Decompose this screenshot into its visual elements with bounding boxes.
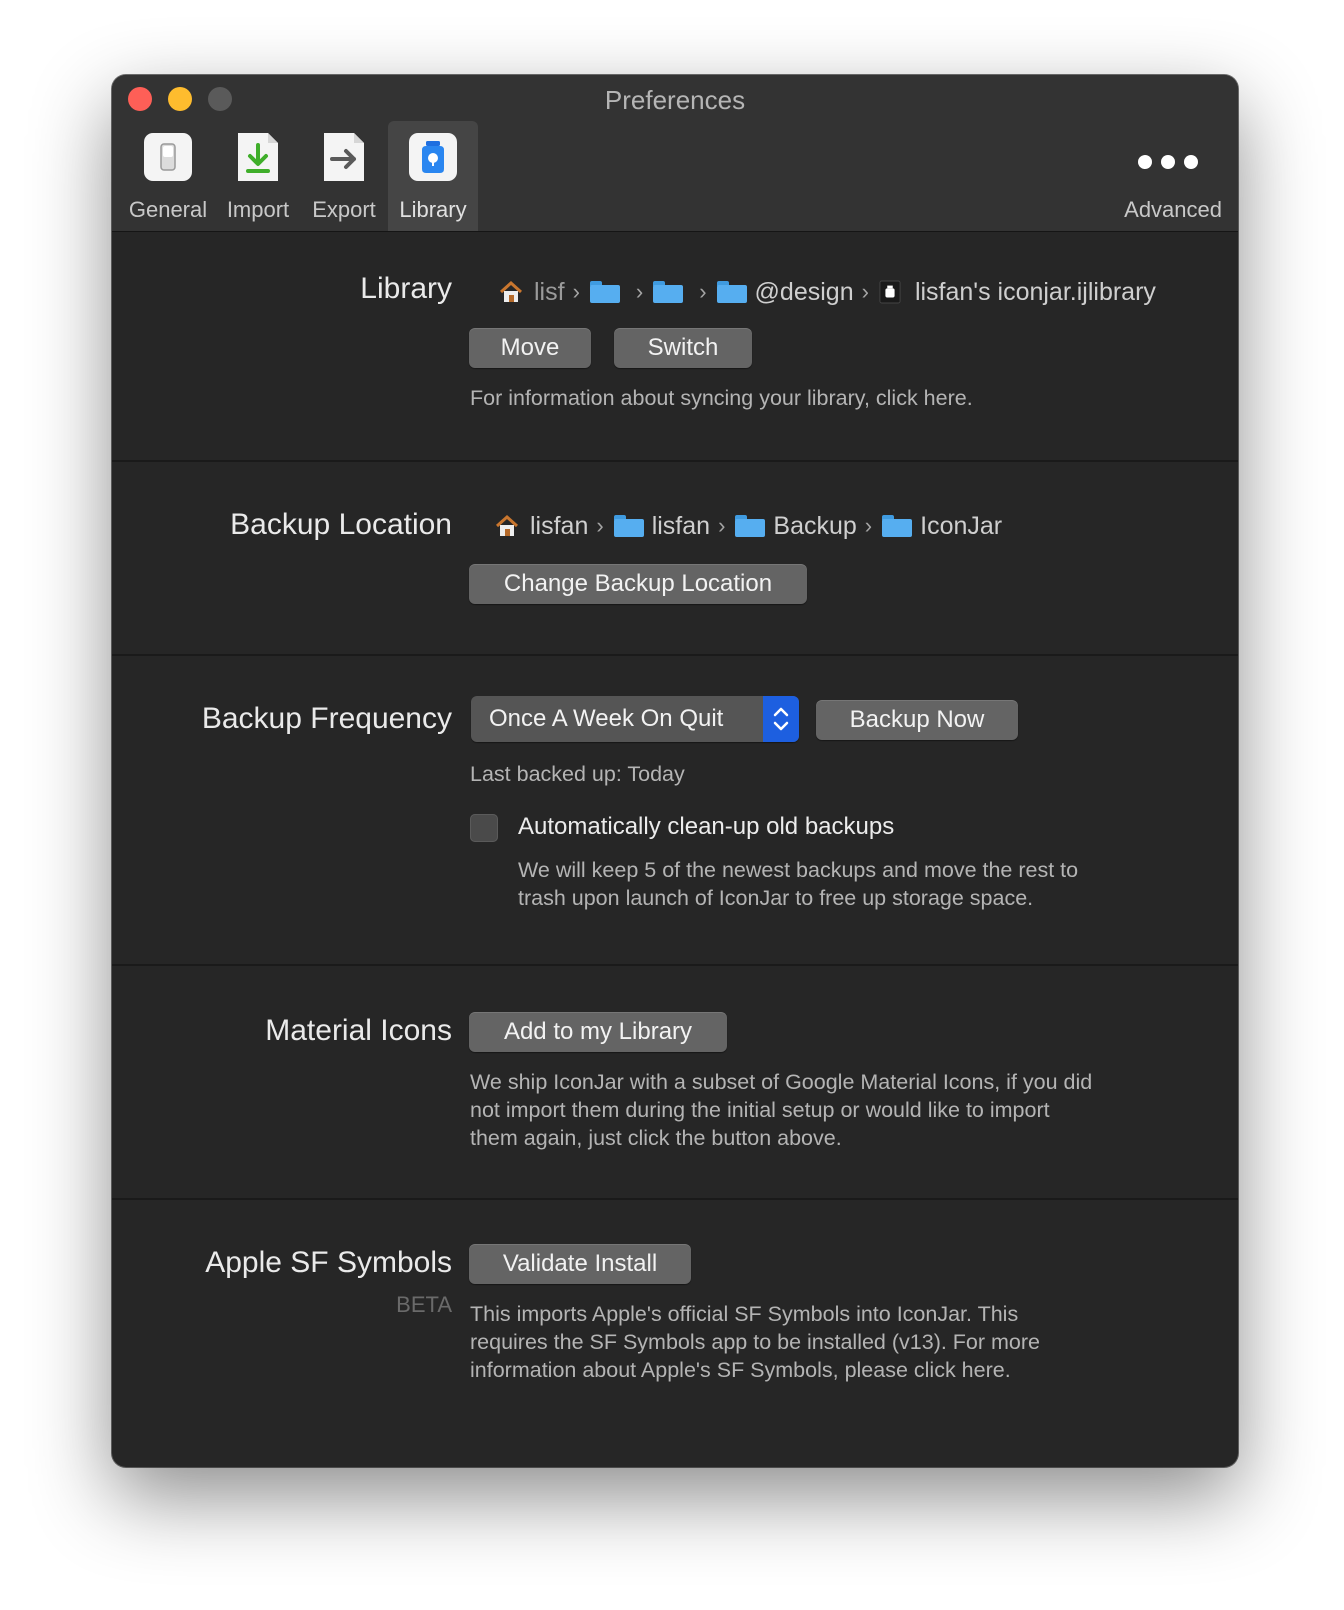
library-sync-info-link[interactable]: For information about syncing your libra… (470, 384, 973, 412)
folder-icon (613, 515, 644, 537)
more-icon[interactable] (1138, 155, 1198, 169)
library-label: Library (360, 272, 452, 305)
move-button[interactable]: Move (469, 328, 591, 368)
backup-now-button[interactable]: Backup Now (816, 700, 1018, 740)
tab-advanced-label[interactable]: Advanced (1124, 197, 1222, 223)
titlebar: Preferences General Import Export Librar… (112, 75, 1238, 232)
cleanup-description-line-1: We will keep 5 of the newest backups and… (518, 858, 1079, 882)
chevron-right-icon: › (635, 279, 644, 304)
backup-frequency-label: Backup Frequency (201, 702, 452, 735)
folder-icon (735, 515, 766, 537)
jar-icon (409, 133, 457, 181)
cleanup-backups-checkbox[interactable] (470, 814, 498, 842)
preferences-window: Preferences General Import Export Librar… (112, 75, 1238, 1467)
library-section: Library lisf › › › @design › lisfan's ic… (112, 232, 1238, 462)
last-backed-up-text: Last backed up: Today (470, 762, 685, 786)
add-to-library-button[interactable]: Add to my Library (469, 1012, 727, 1052)
backup-frequency-value: Once A Week On Quit (489, 705, 724, 732)
material-icons-label: Material Icons (265, 1014, 452, 1047)
change-backup-location-button[interactable]: Change Backup Location (469, 564, 807, 604)
home-icon (495, 514, 519, 536)
chevron-right-icon: › (861, 279, 869, 304)
folder-icon (882, 515, 913, 537)
library-path[interactable]: lisf › › › @design › lisfan's iconjar.ij… (498, 274, 1156, 310)
sf-symbols-description-line-3[interactable]: information about Apple's SF Symbols, pl… (470, 1356, 1011, 1384)
tab-library-label: Library (399, 197, 467, 222)
sf-symbols-description-line-2: requires the SF Symbols app to be instal… (470, 1330, 1041, 1354)
window-title: Preferences (604, 85, 746, 115)
chevron-right-icon: › (572, 279, 580, 304)
cleanup-description-line-2: trash upon launch of IconJar to free up … (518, 886, 1034, 910)
path-home: lisf (534, 277, 565, 306)
switch-button[interactable]: Switch (614, 328, 752, 368)
tab-export-label: Export (312, 197, 376, 222)
material-icons-description-line-3: them again, just click the button above. (470, 1126, 842, 1150)
backup-frequency-section: Backup Frequency Once A Week On Quit Bac… (112, 654, 1238, 966)
sf-symbols-label: Apple SF Symbols (205, 1246, 452, 1279)
backup-location-label: Backup Location (230, 508, 452, 541)
tab-import[interactable]: Import (216, 121, 300, 231)
library-file-icon (879, 280, 901, 304)
path-segment: lisfan (530, 511, 589, 540)
material-icons-description-line-2: not import them during the initial setup… (470, 1098, 1050, 1122)
tab-general-label: General (128, 197, 208, 222)
material-icons-section: Material Icons Add to my Library We ship… (112, 964, 1238, 1200)
backup-location-path[interactable]: lisfan › lisfan › Backup › IconJar (494, 508, 1002, 544)
path-folder-design: @design (754, 277, 854, 306)
chevron-right-icon: › (596, 513, 604, 538)
path-segment: lisfan (651, 511, 711, 540)
cleanup-backups-label[interactable]: Automatically clean-up old backups (518, 813, 894, 841)
chevron-right-icon: › (699, 279, 707, 304)
switch-icon (144, 133, 192, 181)
path-library-file: lisfan's iconjar.ijlibrary (914, 277, 1156, 306)
chevron-right-icon: › (864, 513, 873, 538)
tab-export[interactable]: Export (302, 121, 386, 231)
material-icons-description-line-1: We ship IconJar with a subset of Google … (470, 1070, 1093, 1094)
export-arrow-icon (324, 133, 364, 181)
tab-library[interactable]: Library (388, 121, 478, 231)
path-segment: Backup (773, 511, 857, 540)
folder-icon (716, 281, 747, 303)
tab-general[interactable]: General (122, 121, 214, 231)
backup-frequency-select[interactable]: Once A Week On Quit (471, 696, 799, 742)
tab-import-label: Import (226, 197, 290, 222)
home-icon (499, 280, 523, 302)
import-arrow-icon (238, 133, 278, 181)
path-segment: IconJar (920, 511, 1003, 540)
sf-symbols-section: Apple SF Symbols BETA Validate Install T… (112, 1198, 1238, 1467)
chevron-up-down-icon (763, 696, 799, 742)
folder-icon (653, 281, 684, 303)
sf-symbols-description-line-1: This imports Apple's official SF Symbols… (470, 1302, 1019, 1326)
beta-badge: BETA (396, 1292, 452, 1317)
folder-icon (589, 281, 620, 303)
validate-install-button[interactable]: Validate Install (469, 1244, 691, 1284)
backup-location-section: Backup Location lisfan › lisfan › Backup… (112, 460, 1238, 656)
chevron-right-icon: › (718, 513, 726, 538)
